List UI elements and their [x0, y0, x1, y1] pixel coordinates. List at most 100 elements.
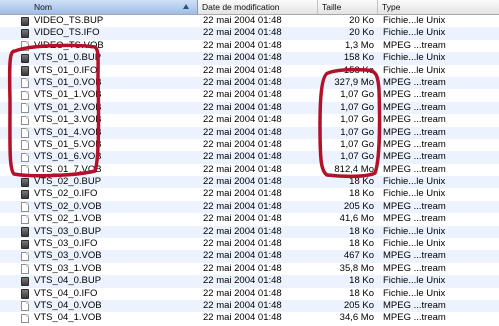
file-name: VTS_01_2.VOB: [34, 101, 102, 113]
file-date: 22 mai 2004 01:48: [203, 312, 282, 324]
file-size: 18 Ko: [349, 287, 374, 299]
file-name: VIDEO_TS.VOB: [34, 39, 104, 51]
unix-executable-file-icon: [21, 189, 29, 200]
file-date: 22 mai 2004 01:48: [203, 101, 282, 113]
file-date: 22 mai 2004 01:48: [203, 238, 282, 250]
file-row[interactable]: VTS_02_1.VOB 22 mai 2004 01:48 41,6 Mo MPEG…: [0, 213, 499, 225]
file-date: 22 mai 2004 01:48: [203, 64, 282, 76]
file-name: VTS_02_0.IFO: [34, 188, 98, 200]
file-row[interactable]: VIDEO_TS.VOB 22 mai 2004 01:48 1,3 Mo MPEG …: [0, 40, 499, 52]
file-type: Fichie...le Unix: [383, 64, 446, 76]
column-header-size[interactable]: Taille: [318, 0, 378, 14]
file-date: 22 mai 2004 01:48: [203, 114, 282, 126]
file-size: 812,4 Mo: [334, 163, 374, 175]
file-type: Fichie...le Unix: [383, 188, 446, 200]
file-name: VTS_04_0.VOB: [34, 299, 102, 311]
document-file-icon: [21, 313, 29, 324]
file-type: MPEG ...tream: [383, 138, 446, 150]
document-file-icon: [21, 140, 29, 150]
file-row[interactable]: VTS_01_3.VOB 22 mai 2004 01:48 1,07 Go MPEG…: [0, 114, 499, 126]
file-row[interactable]: VTS_01_0.IFO 22 mai 2004 01:48 158 Ko Fichi…: [0, 65, 499, 77]
file-size: 20 Ko: [349, 15, 374, 26]
column-header-type-label: Type: [382, 2, 401, 12]
file-size: 158 Ko: [343, 52, 374, 64]
column-header-name[interactable]: Nom: [0, 0, 198, 14]
document-file-icon: [21, 90, 29, 101]
file-row[interactable]: VTS_01_0.BUP 22 mai 2004 01:48 158 Ko Fichi…: [0, 52, 499, 65]
file-size: 34,6 Mo: [339, 312, 374, 324]
file-row[interactable]: VTS_04_0.VOB 22 mai 2004 01:48 205 Ko MPEG …: [0, 299, 499, 313]
document-file-icon: [21, 115, 29, 126]
file-size: 35,8 Mo: [339, 262, 374, 274]
file-name: VTS_03_0.BUP: [34, 225, 102, 237]
unix-executable-file-icon: [21, 276, 29, 287]
file-row[interactable]: VTS_03_0.BUP 22 mai 2004 01:48 18 Ko Fichie…: [0, 225, 499, 239]
file-type: MPEG ...tream: [383, 76, 446, 88]
file-size: 41,6 Mo: [339, 213, 374, 225]
file-row[interactable]: VTS_04_0.BUP 22 mai 2004 01:48 18 Ko Fichie…: [0, 275, 499, 288]
file-name: VTS_01_0.VOB: [34, 76, 102, 88]
file-date: 22 mai 2004 01:48: [203, 52, 282, 64]
file-type: MPEG ...tream: [383, 312, 446, 324]
unix-executable-file-icon: [21, 239, 29, 250]
file-row[interactable]: VTS_01_2.VOB 22 mai 2004 01:48 1,07 Go MPEG…: [0, 101, 499, 115]
file-name: VTS_04_1.VOB: [34, 312, 102, 324]
file-type: MPEG ...tream: [383, 163, 446, 175]
unix-executable-file-icon: [21, 16, 29, 26]
file-size: 1,07 Go: [340, 114, 374, 126]
unix-executable-file-icon: [21, 177, 29, 188]
file-type: Fichie...le Unix: [383, 176, 446, 188]
file-size: 18 Ko: [349, 176, 374, 188]
file-row[interactable]: VTS_03_1.VOB 22 mai 2004 01:48 35,8 Mo MPEG…: [0, 263, 499, 275]
document-file-icon: [21, 78, 29, 88]
file-size: 18 Ko: [349, 225, 374, 237]
document-file-icon: [21, 251, 29, 262]
file-row[interactable]: VIDEO_TS.IFO 22 mai 2004 01:48 20 Ko Fichie…: [0, 27, 499, 40]
column-header-name-label: Nom: [34, 2, 52, 12]
file-row[interactable]: VIDEO_TS.BUP 22 mai 2004 01:48 20 Ko Fichie…: [0, 15, 499, 27]
unix-executable-file-icon: [21, 28, 29, 39]
sort-ascending-icon: [183, 4, 189, 9]
file-name: VTS_01_5.VOB: [34, 138, 102, 150]
file-type: MPEG ...tream: [383, 250, 446, 262]
file-type: Fichie...le Unix: [383, 27, 446, 39]
file-name: VTS_01_6.VOB: [34, 151, 102, 163]
file-type: Fichie...le Unix: [383, 287, 446, 299]
file-date: 22 mai 2004 01:48: [203, 262, 282, 274]
file-type: MPEG ...tream: [383, 126, 446, 138]
file-size: 158 Ko: [343, 64, 374, 76]
file-size: 1,07 Go: [340, 89, 374, 101]
file-type: MPEG ...tream: [383, 213, 446, 225]
file-list: VIDEO_TS.BUP 22 mai 2004 01:48 20 Ko Fichie…: [0, 15, 499, 325]
file-row[interactable]: VTS_01_7.VOB 22 mai 2004 01:48 812,4 Mo MPE…: [0, 164, 499, 176]
column-header-date[interactable]: Date de modification: [198, 0, 318, 14]
file-row[interactable]: VTS_04_1.VOB 22 mai 2004 01:48 34,6 Mo MPEG…: [0, 312, 499, 324]
file-row[interactable]: VTS_01_5.VOB 22 mai 2004 01:48 1,07 Go MPEG…: [0, 139, 499, 151]
file-size: 18 Ko: [349, 238, 374, 250]
file-date: 22 mai 2004 01:48: [203, 250, 282, 262]
column-header-type[interactable]: Type: [378, 0, 499, 14]
file-row[interactable]: VTS_03_0.VOB 22 mai 2004 01:48 467 Ko MPEG …: [0, 250, 499, 263]
file-date: 22 mai 2004 01:48: [203, 188, 282, 200]
file-row[interactable]: VTS_02_0.VOB 22 mai 2004 01:48 205 Ko MPEG …: [0, 200, 499, 214]
file-name: VTS_03_0.IFO: [34, 238, 98, 250]
file-type: MPEG ...tream: [383, 39, 446, 51]
file-type: MPEG ...tream: [383, 89, 446, 101]
unix-executable-file-icon: [21, 66, 29, 76]
unix-executable-file-icon: [21, 289, 29, 299]
finder-list-view: Nom Date de modification Taille Type VID…: [0, 0, 499, 326]
file-date: 22 mai 2004 01:48: [203, 89, 282, 101]
document-file-icon: [21, 128, 29, 138]
file-row[interactable]: VTS_01_4.VOB 22 mai 2004 01:48 1,07 Go MPEG…: [0, 126, 499, 139]
file-date: 22 mai 2004 01:48: [203, 151, 282, 163]
file-row[interactable]: VTS_01_1.VOB 22 mai 2004 01:48 1,07 Go MPEG…: [0, 89, 499, 101]
file-row[interactable]: VTS_02_0.IFO 22 mai 2004 01:48 18 Ko Fichie…: [0, 188, 499, 200]
file-size: 327,9 Mo: [334, 76, 374, 88]
file-type: MPEG ...tream: [383, 262, 446, 274]
file-row[interactable]: VTS_02_0.BUP 22 mai 2004 01:48 18 Ko Fichie…: [0, 176, 499, 189]
file-name: VTS_04_0.IFO: [34, 287, 98, 299]
file-row[interactable]: VTS_04_0.IFO 22 mai 2004 01:48 18 Ko Fichie…: [0, 288, 499, 300]
file-row[interactable]: VTS_03_0.IFO 22 mai 2004 01:48 18 Ko Fichie…: [0, 238, 499, 250]
file-row[interactable]: VTS_01_6.VOB 22 mai 2004 01:48 1,07 Go MPEG…: [0, 151, 499, 164]
file-row[interactable]: VTS_01_0.VOB 22 mai 2004 01:48 327,9 Mo MPE…: [0, 76, 499, 90]
